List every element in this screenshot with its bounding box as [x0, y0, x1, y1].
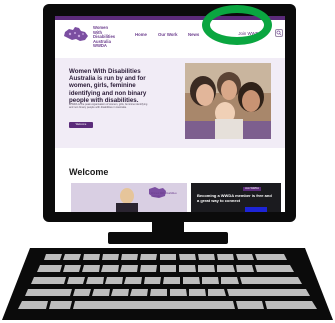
join-cta-tag: Join WWDA: [243, 187, 261, 191]
hero-title: Women With Disabilities Australia is run…: [69, 68, 147, 104]
hero-body-text: WWDA is the peak organisation of women, …: [69, 103, 148, 110]
nav-our-work-link[interactable]: Our Work: [158, 32, 178, 37]
join-cta-button[interactable]: [245, 207, 267, 212]
monitor-stand: [108, 232, 228, 244]
monitor-screen: Women With Disabilities Australia WWDA H…: [55, 16, 285, 212]
logo-text: WWDA: [93, 43, 107, 49]
hero-button[interactable]: Welcome: [69, 122, 93, 128]
hero-photo: [185, 63, 271, 139]
australia-map-logo-icon[interactable]: [63, 26, 89, 42]
join-cta-text: Becoming a WWDA member is free and a gre…: [197, 193, 272, 203]
welcome-heading: Welcome: [69, 167, 109, 177]
search-icon: [276, 30, 282, 36]
nav-home-link[interactable]: Home: [135, 32, 147, 37]
keyboard: [2, 248, 333, 320]
nav-news-link[interactable]: News: [188, 32, 199, 37]
search-button[interactable]: [275, 29, 283, 37]
highlight-ring: [202, 5, 272, 45]
video-caption: Women With Disabilities Australia: [151, 192, 177, 198]
